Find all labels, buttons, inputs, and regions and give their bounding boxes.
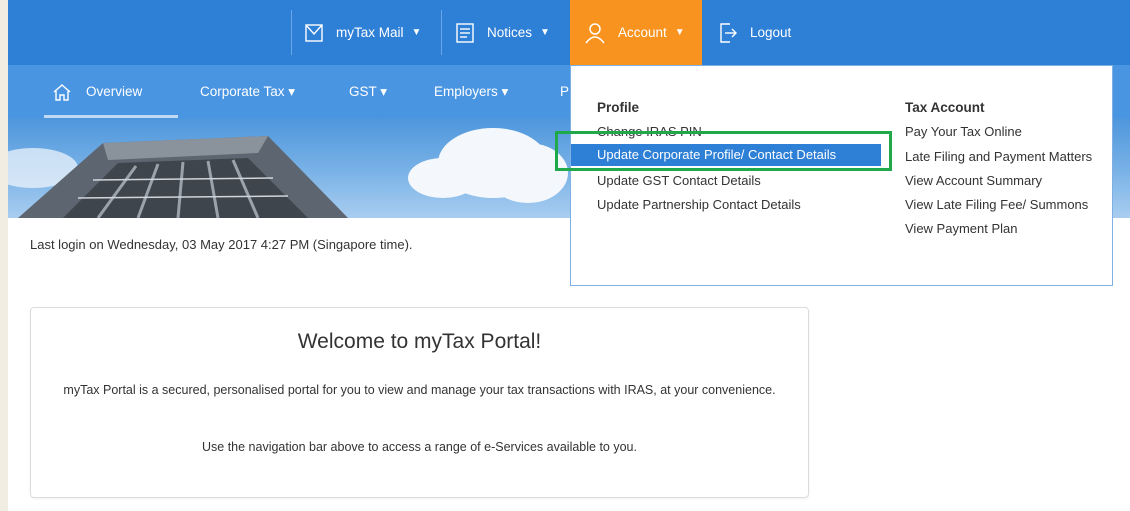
account-dropdown: Profile Change IRAS PIN Update Corporate… [570, 65, 1113, 286]
top-separator [291, 10, 292, 55]
nav-more[interactable]: P [560, 65, 569, 118]
nav-employers[interactable]: Employers ▾ [434, 65, 508, 118]
logout-button[interactable]: Logout [718, 0, 791, 65]
nav-overview[interactable]: Overview [52, 65, 142, 118]
nav-more-label: P [560, 84, 570, 99]
mytax-mail-label: myTax Mail [336, 25, 404, 40]
late-filing-payment-link[interactable]: Late Filing and Payment Matters [905, 149, 1092, 164]
mytax-mail-menu[interactable]: myTax Mail ▼ [304, 0, 421, 65]
chevron-down-icon: ▼ [540, 27, 550, 38]
pay-tax-online-link[interactable]: Pay Your Tax Online [905, 124, 1022, 139]
view-payment-plan-link[interactable]: View Payment Plan [905, 221, 1018, 236]
tax-account-heading: Tax Account [905, 100, 985, 115]
logout-icon [718, 22, 738, 44]
welcome-description: myTax Portal is a secured, personalised … [63, 383, 776, 397]
building-image [18, 136, 348, 218]
highlight-annotation [555, 131, 892, 171]
mail-icon [304, 23, 324, 43]
page: myTax Mail ▼ Notices ▼ Account ▼ Logout … [8, 0, 1130, 511]
nav-gst-label: GST ▾ [349, 83, 388, 99]
chevron-down-icon: ▼ [674, 27, 685, 38]
notices-label: Notices [487, 25, 533, 40]
top-separator [441, 10, 442, 55]
profile-heading: Profile [597, 100, 640, 115]
view-late-filing-fee-link[interactable]: View Late Filing Fee/ Summons [905, 197, 1088, 212]
update-gst-contact-link[interactable]: Update GST Contact Details [597, 173, 761, 188]
account-menu[interactable]: Account ▼ [570, 0, 702, 65]
last-login-text: Last login on Wednesday, 03 May 2017 4:2… [30, 237, 413, 252]
notices-menu[interactable]: Notices ▼ [455, 0, 550, 65]
view-account-summary-link[interactable]: View Account Summary [905, 173, 1042, 188]
account-label: Account [618, 25, 667, 40]
welcome-instructions: Use the navigation bar above to access a… [202, 440, 637, 454]
nav-corporate-tax[interactable]: Corporate Tax ▾ [200, 65, 295, 118]
update-partnership-contact-link[interactable]: Update Partnership Contact Details [597, 197, 801, 212]
nav-overview-label: Overview [86, 84, 143, 99]
nav-corporate-tax-label: Corporate Tax ▾ [200, 83, 296, 99]
cloud [408, 158, 478, 198]
welcome-panel: Welcome to myTax Portal! myTax Portal is… [30, 307, 809, 498]
logout-label: Logout [750, 25, 792, 40]
nav-employers-label: Employers ▾ [434, 83, 509, 99]
welcome-title: Welcome to myTax Portal! [297, 330, 542, 353]
notices-icon [455, 22, 475, 44]
nav-gst[interactable]: GST ▾ [349, 65, 387, 118]
user-icon [584, 22, 606, 44]
top-bar: myTax Mail ▼ Notices ▼ Account ▼ Logout [8, 0, 1130, 65]
chevron-down-icon: ▼ [411, 27, 422, 38]
home-icon [52, 83, 72, 101]
